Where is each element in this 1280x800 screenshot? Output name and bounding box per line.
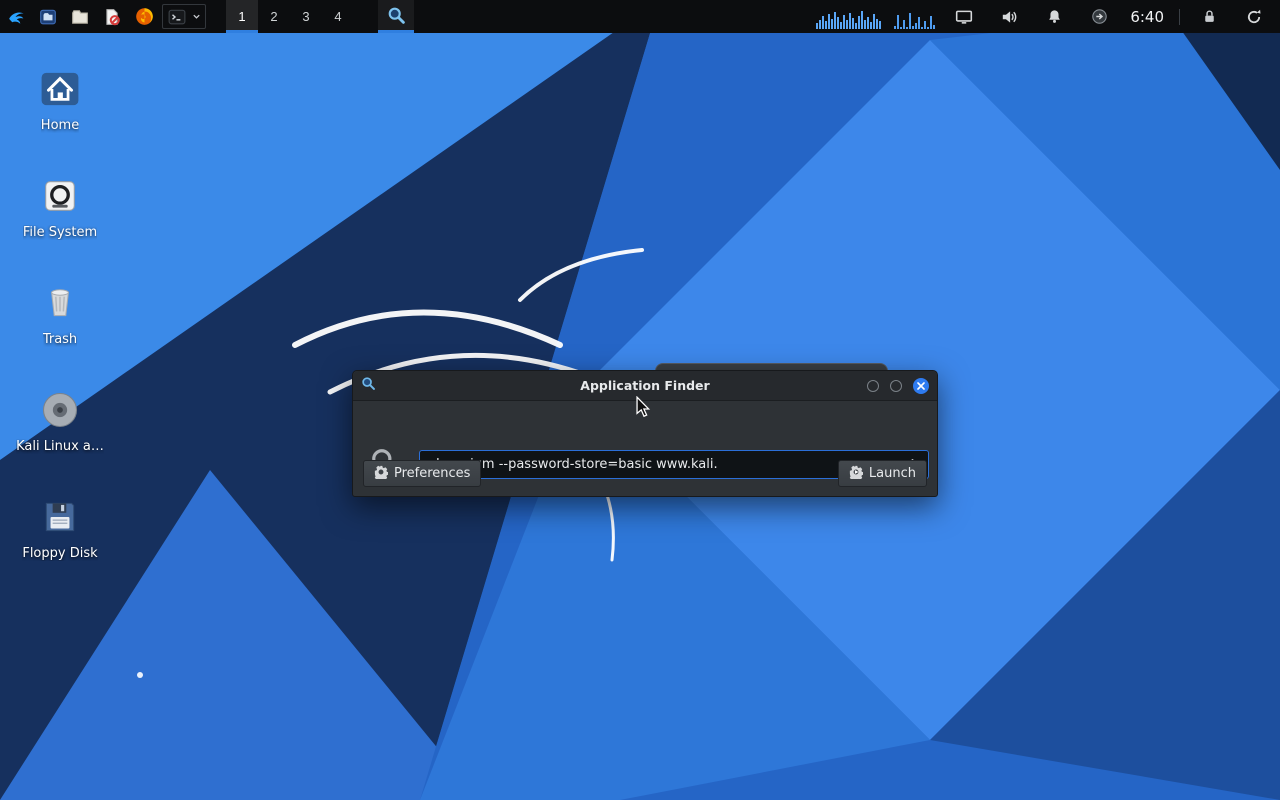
tray-notifications-button[interactable] [1038, 8, 1070, 25]
tray-display-button[interactable] [948, 8, 980, 26]
bell-icon [1046, 8, 1063, 25]
panel-right: 6:40 [816, 0, 1280, 33]
workspace-button-1[interactable]: 1 [226, 0, 258, 33]
taskbar-application-finder[interactable] [378, 0, 414, 33]
launcher-firefox[interactable] [128, 0, 160, 33]
preferences-label: Preferences [394, 466, 470, 481]
trash-icon [39, 274, 81, 332]
kali-logo-icon [6, 7, 26, 27]
display-icon [955, 8, 973, 26]
folder-icon [71, 8, 89, 26]
clock[interactable]: 6:40 [1128, 8, 1166, 26]
preferences-button[interactable]: Preferences [363, 460, 481, 487]
close-icon [917, 378, 925, 393]
desktop-icon-kali-cd[interactable]: Kali Linux a… [8, 369, 112, 454]
file-manager-icon [39, 8, 57, 26]
file-system-icon [38, 167, 82, 225]
kali-menu-button[interactable] [0, 0, 32, 33]
workspace-button-2[interactable]: 2 [258, 0, 290, 33]
desktop-icon-label: Home [41, 118, 79, 133]
window-app-icon [361, 376, 376, 395]
chevron-down-icon [192, 12, 201, 21]
logout-icon [1245, 8, 1263, 26]
minimize-button[interactable] [867, 380, 879, 392]
session-power-button[interactable] [1238, 8, 1270, 26]
disc-icon [38, 381, 82, 439]
lock-screen-button[interactable] [1193, 8, 1225, 25]
desktop-icon-label: Kali Linux a… [16, 439, 104, 454]
floppy-disk-icon [39, 488, 81, 546]
tray-status-indicator-button[interactable] [1083, 8, 1115, 25]
panel-separator [1179, 9, 1180, 25]
launcher-terminal[interactable] [165, 8, 189, 26]
launch-button[interactable]: Launch [838, 460, 927, 487]
application-finder-window: Application Finder Preferences [352, 370, 938, 497]
network-graph[interactable] [894, 5, 935, 29]
desktop-icon-label: Trash [43, 332, 77, 347]
desktop-icon-trash[interactable]: Trash [8, 262, 112, 347]
volume-icon [1000, 8, 1018, 26]
lock-icon [1201, 8, 1218, 25]
close-button[interactable] [913, 378, 929, 394]
text-editor-icon [103, 8, 121, 26]
desktop-icon-floppy[interactable]: Floppy Disk [8, 476, 112, 561]
workspace-switcher: 1 2 3 4 [226, 0, 354, 33]
desktop-icon-label: Floppy Disk [22, 546, 97, 561]
maximize-button[interactable] [890, 380, 902, 392]
launcher-text-editor[interactable] [96, 0, 128, 33]
desktop-icon-home[interactable]: Home [8, 48, 112, 133]
launch-icon [849, 465, 863, 483]
tray-volume-button[interactable] [993, 8, 1025, 26]
desktop-icon-file-system[interactable]: File System [8, 155, 112, 240]
launcher-terminal-group [162, 4, 206, 29]
terminal-dropdown-caret[interactable] [189, 12, 203, 21]
gear-icon [374, 465, 388, 483]
terminal-icon [168, 8, 186, 26]
workspace-button-3[interactable]: 3 [290, 0, 322, 33]
desktop-icon-label: File System [23, 225, 97, 240]
desktop-icon-list: Home File System Trash Kali Linux a… Flo… [8, 48, 112, 561]
window-title: Application Finder [353, 378, 937, 393]
launch-label: Launch [869, 466, 916, 481]
workspace-button-4[interactable]: 4 [322, 0, 354, 33]
launcher-files[interactable] [64, 0, 96, 33]
panel-left: 1 2 3 4 [0, 0, 414, 33]
top-panel: 1 2 3 4 [0, 0, 1280, 33]
window-controls [867, 378, 929, 394]
launcher-file-manager[interactable] [32, 0, 64, 33]
application-finder-icon [387, 6, 406, 28]
cpu-graph[interactable] [816, 5, 881, 29]
firefox-icon [135, 7, 154, 26]
status-indicator-icon [1091, 8, 1108, 25]
mouse-cursor [634, 396, 654, 422]
home-icon [37, 60, 83, 118]
